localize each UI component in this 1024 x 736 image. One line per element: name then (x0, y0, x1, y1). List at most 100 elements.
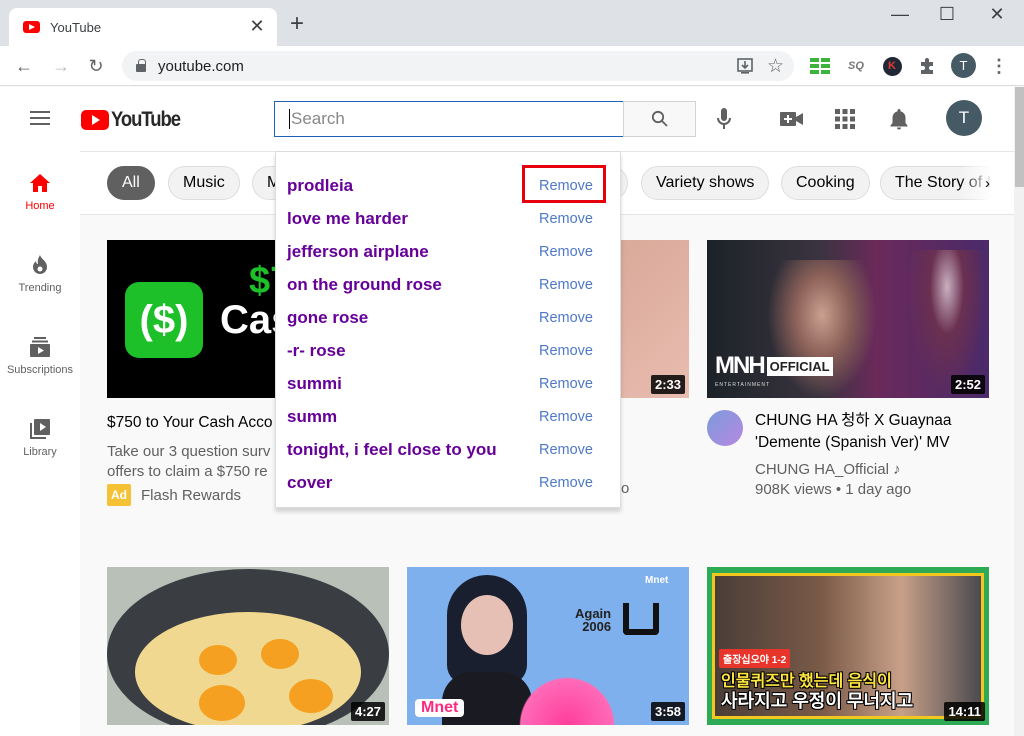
sidebar-item-library[interactable]: Library (0, 397, 80, 467)
youtube-favicon-icon (23, 21, 40, 33)
subscriptions-icon (28, 335, 52, 359)
suggestion-query[interactable]: tonight, i feel close to you (287, 440, 497, 460)
suggestion-query[interactable]: -r- rose (287, 341, 346, 361)
search-input[interactable] (289, 109, 623, 129)
back-arrow-icon[interactable]: ← (12, 54, 36, 78)
sidebar-item-trending[interactable]: Trending (0, 233, 80, 303)
notifications-bell-icon[interactable] (887, 107, 911, 131)
advertiser-name[interactable]: Flash Rewards (141, 487, 241, 504)
chevron-right-icon: › (985, 174, 990, 192)
video-duration: 2:33 (650, 375, 685, 394)
video-card[interactable]: Again 2006 Mnet Mnet 3:58 (407, 567, 689, 725)
cash-app-logo-icon: ($) (125, 282, 203, 358)
chip-cooking[interactable]: Cooking (781, 166, 870, 200)
close-tab-icon[interactable]: ✕ (247, 16, 267, 37)
suggestion-query[interactable]: love me harder (287, 209, 408, 229)
create-video-icon[interactable] (780, 107, 804, 131)
scrollbar-thumb[interactable] (1015, 87, 1024, 187)
chip-variety-shows[interactable]: Variety shows (641, 166, 770, 200)
search-suggestion-item[interactable]: -r- rose Remove (276, 334, 620, 367)
hamburger-menu-icon[interactable] (30, 111, 50, 125)
search-suggestion-item[interactable]: on the ground rose Remove (276, 268, 620, 301)
search-suggestion-item[interactable]: gone rose Remove (276, 301, 620, 334)
remove-suggestion-button[interactable]: Remove (539, 178, 593, 194)
suggestion-query[interactable]: summ (287, 407, 337, 427)
url-text: youtube.com (158, 57, 244, 75)
remove-suggestion-button[interactable]: Remove (539, 244, 593, 260)
channel-avatar[interactable] (707, 410, 743, 446)
video-thumbnail[interactable]: 출장십오야 1-2 인물퀴즈만 했는데 음식이 사라지고 우정이 무너지고 14… (707, 567, 989, 725)
chip-all[interactable]: All (107, 166, 155, 200)
browser-menu-icon[interactable]: ⋮ (988, 55, 1010, 77)
youtube-logo[interactable]: YouTube (81, 108, 189, 132)
video-thumbnail[interactable]: Again 2006 Mnet Mnet 3:58 (407, 567, 689, 725)
search-suggestion-item[interactable]: summi Remove (276, 367, 620, 400)
forward-arrow-icon[interactable]: → (49, 54, 73, 78)
thumb-text-again: Again 2006 (575, 606, 612, 634)
video-card[interactable]: 4:27 (107, 567, 389, 725)
suggestion-query[interactable]: summi (287, 374, 342, 394)
video-duration: 2:52 (950, 375, 985, 394)
browser-tab-youtube[interactable]: YouTube ✕ (9, 8, 277, 46)
sidebar-item-home[interactable]: Home (0, 151, 80, 221)
search-suggestion-item[interactable]: love me harder Remove (276, 202, 620, 235)
search-box[interactable] (274, 101, 624, 137)
search-button[interactable] (623, 101, 696, 137)
video-card[interactable]: 출장십오야 1-2 인물퀴즈만 했는데 음식이 사라지고 우정이 무너지고 14… (707, 567, 989, 725)
remove-suggestion-button[interactable]: Remove (539, 310, 593, 326)
video-title[interactable]: CHUNG HA 청하 X Guaynaa 'Demente (Spanish … (755, 410, 975, 454)
suggestion-query[interactable]: cover (287, 473, 332, 493)
tab-title: YouTube (50, 19, 102, 35)
youtube-play-icon (81, 110, 109, 130)
video-card[interactable]: MNH OFFICIAL ENTERTAINMENT 2:52 CHUNG HA… (707, 240, 989, 500)
video-duration: 14:11 (944, 702, 985, 721)
green-grid-extension-icon[interactable] (809, 55, 831, 77)
k-extension-icon[interactable]: K (881, 55, 903, 77)
channel-name[interactable]: CHUNG HA_Official (755, 461, 889, 478)
library-icon (28, 417, 52, 441)
search-suggestion-item[interactable]: cover Remove (276, 466, 620, 499)
video-thumbnail[interactable]: MNH OFFICIAL ENTERTAINMENT 2:52 (707, 240, 989, 398)
address-bar[interactable]: youtube.com ☆ (122, 51, 794, 81)
maximize-button[interactable]: ☐ (927, 4, 967, 25)
remove-suggestion-button[interactable]: Remove (539, 277, 593, 293)
remove-suggestion-button[interactable]: Remove (539, 343, 593, 359)
search-history-dropdown: prodleia Remove love me harder Remove jeffer… (275, 151, 621, 508)
chip-music[interactable]: Music (168, 166, 240, 200)
apps-grid-icon[interactable] (833, 107, 857, 131)
chip-scroll-right-button[interactable]: › (960, 166, 1014, 200)
remove-suggestion-button[interactable]: Remove (539, 376, 593, 392)
suggestion-query[interactable]: prodleia (287, 176, 353, 196)
search-suggestion-item[interactable]: prodleia Remove (276, 169, 620, 202)
new-tab-button[interactable]: + (290, 12, 304, 36)
remove-suggestion-button[interactable]: Remove (539, 442, 593, 458)
search-suggestion-item[interactable]: jefferson airplane Remove (276, 235, 620, 268)
page-scrollbar[interactable] (1014, 87, 1024, 736)
install-app-icon[interactable] (736, 57, 754, 80)
remove-suggestion-button[interactable]: Remove (539, 475, 593, 491)
video-thumbnail[interactable]: 4:27 (107, 567, 389, 725)
suggestion-query[interactable]: jefferson airplane (287, 242, 429, 262)
account-avatar[interactable]: T (946, 100, 982, 136)
close-window-button[interactable]: ✕ (977, 4, 1017, 25)
microphone-icon[interactable] (712, 107, 736, 131)
suggestion-query[interactable]: gone rose (287, 308, 368, 328)
video-duration: 3:58 (650, 702, 685, 721)
suggestion-query[interactable]: on the ground rose (287, 275, 442, 295)
sq-extension-icon[interactable]: SQ (845, 55, 867, 77)
mnet-logo: Mnet (415, 699, 465, 717)
search-suggestion-item[interactable]: summ Remove (276, 400, 620, 433)
minimize-button[interactable]: — (880, 4, 920, 25)
bookmark-star-icon[interactable]: ☆ (767, 55, 784, 78)
search-suggestion-item[interactable]: tonight, i feel close to you Remove (276, 433, 620, 466)
profile-avatar[interactable]: T (951, 53, 976, 78)
reload-icon[interactable]: ↻ (84, 54, 108, 78)
video-stats: 908K views • 1 day ago (755, 481, 912, 498)
remove-suggestion-button[interactable]: Remove (539, 211, 593, 227)
remove-suggestion-button[interactable]: Remove (539, 409, 593, 425)
video-duration: 4:27 (350, 702, 385, 721)
sidebar-item-subscriptions[interactable]: Subscriptions (0, 315, 80, 385)
search-icon (651, 110, 668, 127)
extensions-puzzle-icon[interactable] (916, 55, 938, 77)
youtube-header: YouTube T (0, 87, 1014, 151)
